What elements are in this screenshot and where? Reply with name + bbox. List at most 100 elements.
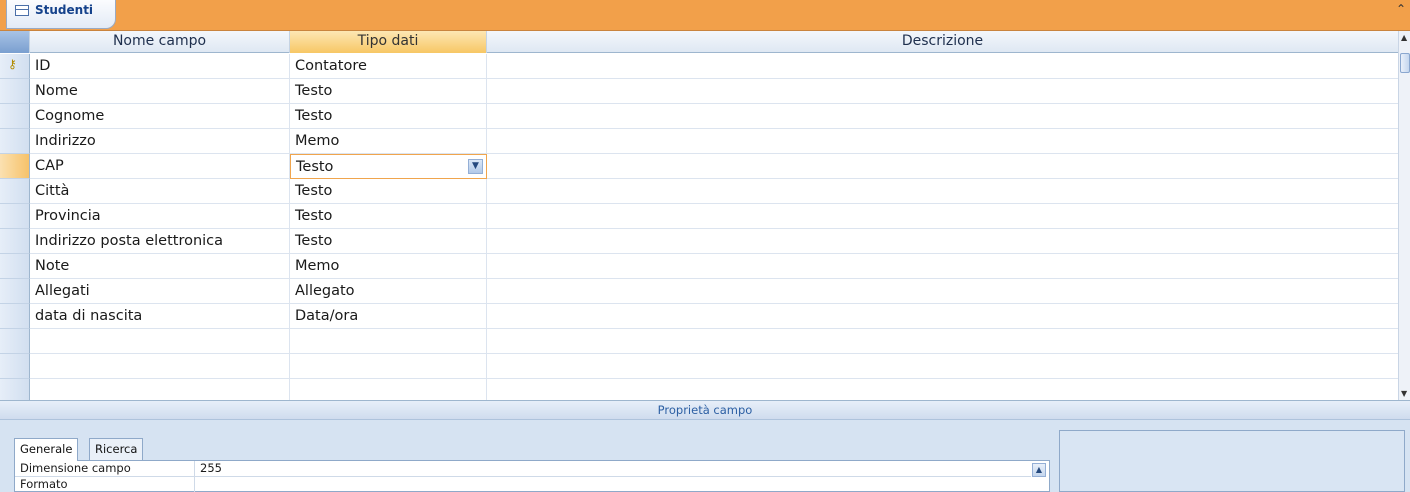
- chevron-up-icon[interactable]: ▲: [1032, 463, 1046, 477]
- column-header-description[interactable]: Descrizione: [487, 31, 1398, 53]
- table-row[interactable]: Provincia Testo: [0, 204, 1398, 229]
- field-name-cell[interactable]: Città: [30, 179, 290, 204]
- document-tab-bar: Studenti ⌃: [0, 0, 1410, 31]
- document-tab-studenti[interactable]: Studenti: [6, 0, 116, 29]
- field-properties-header: Proprietà campo: [0, 400, 1410, 420]
- row-selector[interactable]: [0, 204, 30, 229]
- table-row[interactable]: Allegati Allegato: [0, 279, 1398, 304]
- description-cell[interactable]: [487, 104, 1398, 129]
- field-name-cell[interactable]: ID: [30, 54, 290, 79]
- data-type-value: Memo: [295, 133, 340, 149]
- data-type-cell[interactable]: Testo ▼: [290, 154, 487, 179]
- description-cell[interactable]: [487, 254, 1398, 279]
- table-row[interactable]: ⚷ ID Contatore: [0, 54, 1398, 79]
- data-type-value: Data/ora: [295, 308, 359, 324]
- data-type-value: Memo: [295, 258, 340, 274]
- property-value-field-size[interactable]: 255: [200, 461, 222, 476]
- row-selector[interactable]: [0, 79, 30, 104]
- data-type-value: Testo: [295, 108, 333, 124]
- document-tab-label: Studenti: [35, 3, 94, 17]
- data-type-value: Testo: [295, 233, 333, 249]
- table-row[interactable]: Indirizzo posta elettronica Testo: [0, 229, 1398, 254]
- description-cell[interactable]: [487, 204, 1398, 229]
- scroll-up-icon[interactable]: ▲: [1401, 33, 1407, 42]
- description-cell[interactable]: [487, 54, 1398, 79]
- vertical-scrollbar[interactable]: ▲ ▼: [1398, 31, 1410, 400]
- data-type-cell[interactable]: Testo: [290, 104, 487, 129]
- table-row[interactable]: Cognome Testo: [0, 104, 1398, 129]
- grid-header: Nome campo Tipo dati Descrizione: [0, 31, 1398, 53]
- row-selector[interactable]: [0, 129, 30, 154]
- data-type-cell[interactable]: [290, 329, 487, 354]
- table-row[interactable]: Città Testo: [0, 179, 1398, 204]
- scroll-thumb[interactable]: [1400, 53, 1410, 73]
- data-type-cell[interactable]: Testo: [290, 204, 487, 229]
- property-sheet: Dimensione campo 255 Formato ▲: [14, 460, 1050, 492]
- field-name-cell[interactable]: CAP: [30, 154, 290, 179]
- table-row[interactable]: CAP Testo ▼: [0, 154, 1398, 179]
- description-cell[interactable]: [487, 129, 1398, 154]
- description-cell[interactable]: [487, 229, 1398, 254]
- description-cell[interactable]: [487, 279, 1398, 304]
- table-icon: [15, 5, 29, 16]
- field-name-cell[interactable]: Cognome: [30, 104, 290, 129]
- description-cell[interactable]: [487, 304, 1398, 329]
- table-row[interactable]: [0, 354, 1398, 379]
- row-selector[interactable]: ⚷: [0, 54, 30, 79]
- field-name-cell[interactable]: data di nascita: [30, 304, 290, 329]
- data-type-value: Testo: [295, 183, 333, 199]
- data-type-cell[interactable]: Contatore: [290, 54, 487, 79]
- table-row[interactable]: [0, 329, 1398, 354]
- chevron-down-icon[interactable]: ▼: [468, 159, 483, 174]
- table-design-grid: Nome campo Tipo dati Descrizione ⚷ ID Cont…: [0, 31, 1410, 404]
- field-name-cell[interactable]: Note: [30, 254, 290, 279]
- row-selector[interactable]: [0, 254, 30, 279]
- description-cell[interactable]: [487, 79, 1398, 104]
- data-type-cell[interactable]: Testo: [290, 79, 487, 104]
- data-type-cell[interactable]: [290, 354, 487, 379]
- field-properties-panel: Generale Ricerca Dimensione campo 255 Fo…: [0, 420, 1410, 492]
- field-name-cell[interactable]: Indirizzo posta elettronica: [30, 229, 290, 254]
- data-type-cell[interactable]: Memo: [290, 254, 487, 279]
- row-selector[interactable]: [0, 279, 30, 304]
- table-row[interactable]: Indirizzo Memo: [0, 129, 1398, 154]
- scroll-down-icon[interactable]: ▼: [1401, 389, 1407, 398]
- data-type-cell[interactable]: Testo: [290, 229, 487, 254]
- row-selector[interactable]: [0, 179, 30, 204]
- row-selector[interactable]: [0, 329, 30, 354]
- table-row[interactable]: Note Memo: [0, 254, 1398, 279]
- data-type-value: Testo: [295, 83, 333, 99]
- tab-generale[interactable]: Generale: [14, 438, 79, 461]
- data-type-value: Contatore: [295, 58, 367, 74]
- description-cell[interactable]: [487, 354, 1398, 379]
- row-selector[interactable]: [0, 354, 30, 379]
- table-row[interactable]: Nome Testo: [0, 79, 1398, 104]
- field-name-cell[interactable]: Provincia: [30, 204, 290, 229]
- description-cell[interactable]: [487, 179, 1398, 204]
- row-selector[interactable]: [0, 304, 30, 329]
- column-header-data-type[interactable]: Tipo dati: [290, 31, 487, 53]
- property-row[interactable]: Formato: [15, 477, 1031, 492]
- field-name-cell[interactable]: [30, 354, 290, 379]
- data-type-cell[interactable]: Data/ora: [290, 304, 487, 329]
- property-row[interactable]: Dimensione campo 255: [15, 461, 1031, 477]
- table-row[interactable]: data di nascita Data/ora: [0, 304, 1398, 329]
- property-label: Formato: [20, 477, 195, 492]
- field-name-cell[interactable]: Indirizzo: [30, 129, 290, 154]
- field-name-cell[interactable]: Allegati: [30, 279, 290, 304]
- data-type-cell[interactable]: Memo: [290, 129, 487, 154]
- row-selector[interactable]: [0, 104, 30, 129]
- description-cell[interactable]: [487, 329, 1398, 354]
- tab-ricerca[interactable]: Ricerca: [89, 438, 144, 460]
- description-cell[interactable]: [487, 154, 1398, 179]
- select-all-corner[interactable]: [0, 31, 30, 53]
- close-icon[interactable]: ⌃: [1396, 2, 1406, 16]
- column-header-field-name[interactable]: Nome campo: [30, 31, 290, 53]
- row-selector[interactable]: [0, 154, 30, 179]
- data-type-cell[interactable]: Testo: [290, 179, 487, 204]
- key-icon: ⚷: [8, 57, 17, 71]
- data-type-cell[interactable]: Allegato: [290, 279, 487, 304]
- field-name-cell[interactable]: [30, 329, 290, 354]
- row-selector[interactable]: [0, 229, 30, 254]
- field-name-cell[interactable]: Nome: [30, 79, 290, 104]
